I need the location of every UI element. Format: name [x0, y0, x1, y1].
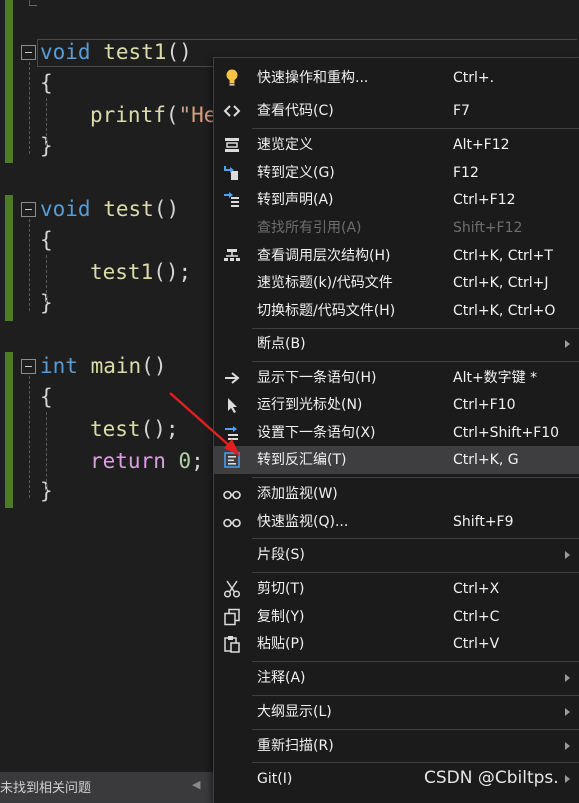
annotation-arrow — [169, 392, 240, 456]
watermark-text: CSDN @Cbiltps. — [424, 768, 559, 788]
